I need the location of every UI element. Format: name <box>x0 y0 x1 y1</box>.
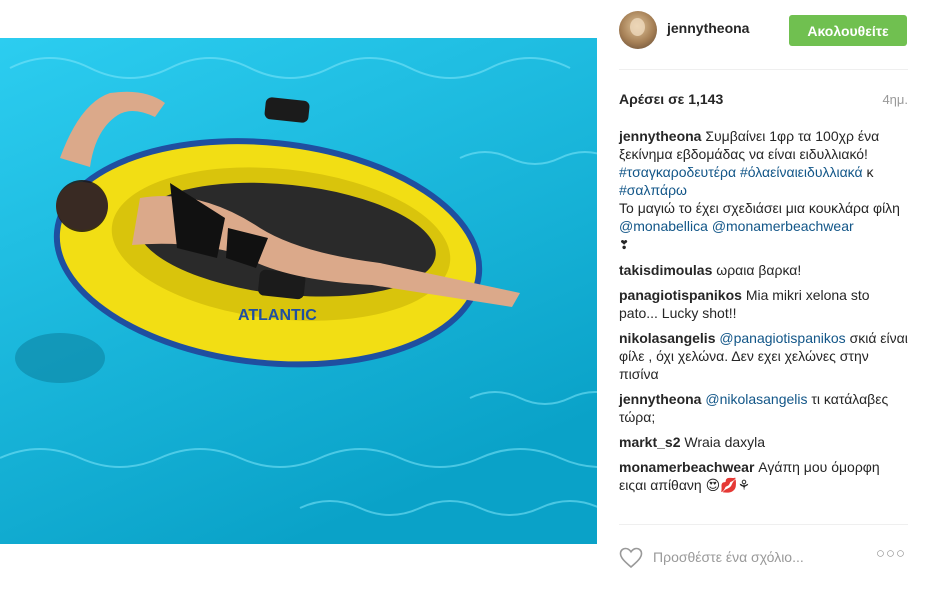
comment: monamerbeachwear Αγάπη μου όμορφη ειςαι … <box>619 458 908 494</box>
comment: markt_s2 Wraia daxyla <box>619 433 908 451</box>
comment-username[interactable]: jennytheona <box>619 128 701 144</box>
divider <box>619 69 908 70</box>
follow-button[interactable]: Ακολουθείτε <box>789 15 907 46</box>
comment: panagiotispanikos Mia mikri xelona sto p… <box>619 286 908 322</box>
mention-link[interactable]: @monamerbeachwear <box>712 218 854 234</box>
comment-username[interactable]: jennytheona <box>619 391 701 407</box>
username-link[interactable]: jennytheona <box>667 20 749 36</box>
comment-input[interactable] <box>653 545 873 569</box>
comment: nikolasangelis @panagiotispanikos σκιά ε… <box>619 329 908 383</box>
comment-text: ωραια βαρκα! <box>716 262 802 278</box>
hashtag-link[interactable]: #όλαείναιειδυλλιακά <box>740 164 863 180</box>
caption: jennytheona Συμβαίνει 1φρ τα 100χρ ένα ξ… <box>619 127 908 254</box>
caption-text: Το μαγιώ το έχει σχεδιάσει μια κουκλάρα … <box>619 200 900 216</box>
post-header: jennytheona Ακολουθείτε <box>619 11 908 51</box>
hashtag-link[interactable]: #σαλπάρω <box>619 182 687 198</box>
comment-username[interactable]: takisdimoulas <box>619 262 712 278</box>
comment: takisdimoulas ωραια βαρκα! <box>619 261 908 279</box>
more-options-icon[interactable]: ○○○ <box>876 545 906 562</box>
caption-connector: κ <box>866 164 874 180</box>
comment: jennytheona @nikolasangelis τι κατάλαβες… <box>619 390 908 426</box>
mention-link[interactable]: @panagiotispanikos <box>719 330 845 346</box>
mention-link[interactable]: @nikolasangelis <box>705 391 807 407</box>
post-photo[interactable]: ATLANTIC <box>0 38 597 544</box>
post-sidebar: jennytheona Ακολουθείτε Αρέσει σε 1,143 … <box>619 0 908 590</box>
divider <box>619 524 908 525</box>
comments-list: jennytheona Συμβαίνει 1φρ τα 100χρ ένα ξ… <box>619 127 908 501</box>
comment-username[interactable]: monamerbeachwear <box>619 459 754 475</box>
likes-count[interactable]: Αρέσει σε 1,143 <box>619 91 723 107</box>
heart-exclamation-icon: ❣ <box>619 238 630 252</box>
comment-username[interactable]: nikolasangelis <box>619 330 715 346</box>
comment-username[interactable]: markt_s2 <box>619 434 681 450</box>
boat-label: ATLANTIC <box>238 307 317 324</box>
comment-text: Wraia daxyla <box>684 434 766 450</box>
avatar[interactable] <box>619 11 657 49</box>
timestamp[interactable]: 4ημ. <box>882 92 908 107</box>
hashtag-link[interactable]: #τσαγκαροδευτέρα <box>619 164 736 180</box>
comment-username[interactable]: panagiotispanikos <box>619 287 742 303</box>
mention-link[interactable]: @monabellica <box>619 218 708 234</box>
heart-outline-icon[interactable] <box>619 547 643 569</box>
